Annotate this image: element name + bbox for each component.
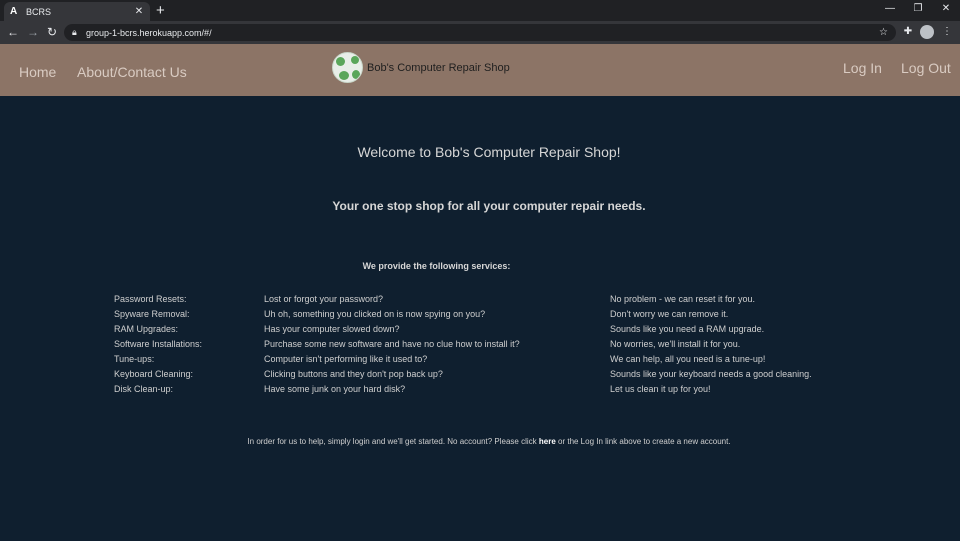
service-name: Spyware Removal: — [114, 309, 190, 319]
lock-icon: 🔒︎ — [72, 27, 77, 37]
service-name: Disk Clean-up: — [114, 384, 174, 394]
service-row: Disk Clean-up: Have some junk on your ha… — [0, 384, 960, 399]
back-icon[interactable]: ← — [5, 24, 21, 40]
service-name: Tune-ups: — [114, 354, 155, 364]
signup-note: In order for us to help, simply login an… — [0, 437, 960, 446]
welcome-heading: Welcome to Bob's Computer Repair Shop! — [357, 144, 621, 160]
service-problem: Has your computer slowed down? — [264, 324, 400, 334]
bookmark-star-icon[interactable]: ☆ — [879, 24, 888, 41]
service-problem: Computer isn't performing like it used t… — [264, 354, 428, 364]
service-name: Keyboard Cleaning: — [114, 369, 194, 379]
tab-title: BCRS — [26, 6, 52, 17]
service-name: Password Resets: — [114, 294, 187, 304]
service-row: Spyware Removal: Uh oh, something you cl… — [0, 309, 960, 324]
service-name: RAM Upgrades: — [114, 324, 179, 334]
url-text: group-1-bcrs.herokuapp.com/#/ — [86, 27, 212, 38]
main-content: Welcome to Bob's Computer Repair Shop! Y… — [0, 96, 960, 541]
service-solution: Sounds like you need a RAM upgrade. — [610, 324, 765, 334]
new-tab-icon[interactable]: + — [156, 2, 165, 19]
browser-tab[interactable]: A BCRS ✕ — [4, 2, 150, 21]
nav-about-link[interactable]: About/Contact Us — [77, 64, 187, 80]
service-row: RAM Upgrades: Has your computer slowed d… — [0, 324, 960, 339]
forward-icon[interactable]: → — [25, 24, 41, 40]
reload-icon[interactable]: ↻ — [44, 24, 60, 40]
minimize-icon[interactable]: — — [877, 1, 903, 17]
service-solution: No problem - we can reset it for you. — [610, 294, 756, 304]
service-row: Keyboard Cleaning: Clicking buttons and … — [0, 369, 960, 384]
service-problem: Lost or forgot your password? — [264, 294, 384, 304]
service-solution: Let us clean it up for you! — [610, 384, 711, 394]
menu-kebab-icon[interactable]: ⋮ — [940, 24, 954, 40]
service-row: Password Resets: Lost or forgot your pas… — [0, 294, 960, 309]
signup-note-after: or the Log In link above to create a new… — [555, 437, 731, 446]
service-problem: Purchase some new software and have no c… — [264, 339, 520, 349]
brand[interactable]: Bob's Computer Repair Shop — [332, 52, 510, 83]
service-row: Tune-ups: Computer isn't performing like… — [0, 354, 960, 369]
service-name: Software Installations: — [114, 339, 203, 349]
services-heading: We provide the following services: — [362, 261, 511, 271]
nav-login-link[interactable]: Log In — [843, 60, 882, 76]
close-tab-icon[interactable]: ✕ — [134, 6, 144, 17]
service-solution: Don't worry we can remove it. — [610, 309, 729, 319]
restore-icon[interactable]: ❐ — [905, 1, 931, 17]
profile-avatar[interactable] — [920, 25, 934, 39]
brand-name: Bob's Computer Repair Shop — [367, 61, 510, 74]
extensions-icon[interactable]: ✚ — [901, 24, 915, 40]
signup-here-link[interactable]: here — [539, 437, 556, 446]
service-problem: Uh oh, something you clicked on is now s… — [264, 309, 486, 319]
address-bar[interactable]: 🔒︎ group-1-bcrs.herokuapp.com/#/ ☆ — [64, 24, 896, 41]
service-problem: Clicking buttons and they don't pop back… — [264, 369, 443, 379]
service-solution: We can help, all you need is a tune-up! — [610, 354, 766, 364]
service-solution: No worries, we'll install it for you. — [610, 339, 741, 349]
nav-logout-link[interactable]: Log Out — [901, 60, 951, 76]
nav-home-link[interactable]: Home — [19, 64, 56, 80]
tagline: Your one stop shop for all your computer… — [332, 199, 646, 213]
service-problem: Have some junk on your hard disk? — [264, 384, 406, 394]
bcrs-logo-icon — [332, 52, 363, 83]
close-window-icon[interactable]: ✕ — [933, 1, 959, 17]
browser-toolbar: ← → ↻ 🔒︎ group-1-bcrs.herokuapp.com/#/ ☆… — [0, 21, 960, 44]
signup-note-before: In order for us to help, simply login an… — [247, 437, 539, 446]
browser-tab-bar: A BCRS ✕ + — ❐ ✕ — [0, 0, 960, 21]
service-solution: Sounds like your keyboard needs a good c… — [610, 369, 812, 379]
service-row: Software Installations: Purchase some ne… — [0, 339, 960, 354]
angular-icon: A — [10, 6, 18, 17]
